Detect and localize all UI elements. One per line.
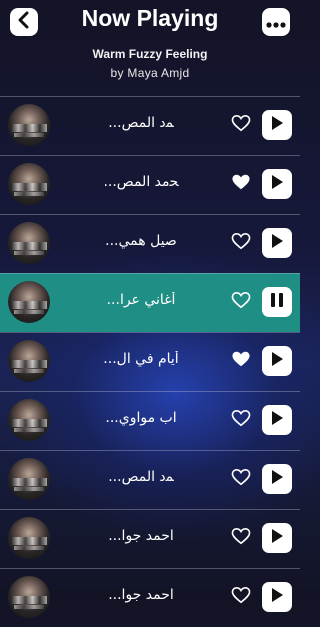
track-name: أغاني عرا... <box>106 292 176 308</box>
play-button[interactable] <box>262 228 292 258</box>
heart-outline-icon <box>231 409 251 431</box>
album-art-thumbnail <box>8 340 50 382</box>
heart-outline-icon <box>231 232 251 254</box>
play-button[interactable] <box>262 464 292 494</box>
favorite-button[interactable] <box>230 174 252 194</box>
play-icon <box>270 351 284 371</box>
track-row[interactable]: احمد جوا... <box>0 509 300 568</box>
play-icon <box>270 115 284 135</box>
track-row[interactable]: أغاني عرا... <box>0 273 300 332</box>
page-title: Now Playing <box>81 5 219 31</box>
track-row[interactable]: صيل همي... <box>0 214 300 273</box>
play-icon <box>270 410 284 430</box>
heart-filled-icon <box>231 173 251 195</box>
favorite-button[interactable] <box>230 586 252 608</box>
track-name: احمد جوا... <box>108 587 174 603</box>
heart-outline-icon <box>231 468 251 490</box>
album-art-thumbnail <box>8 399 50 441</box>
track-list: ﻤد المص... ﺤمد المص... صيل همي... أغاني عرا… <box>0 96 300 627</box>
track-name: صيل همي... <box>105 233 177 249</box>
track-name: ﻤد المص... <box>108 469 174 485</box>
heart-filled-icon <box>231 350 251 372</box>
more-options-button[interactable] <box>262 8 290 36</box>
play-icon <box>270 587 284 607</box>
track-row[interactable]: أيام في ال... <box>0 332 300 391</box>
track-name: أيام في ال... <box>103 351 179 367</box>
track-row[interactable]: ﻤد المص... <box>0 450 300 509</box>
play-button[interactable] <box>262 582 292 612</box>
album-art-thumbnail <box>8 517 50 559</box>
more-horizontal-icon <box>266 13 286 32</box>
now-playing-song-title: Warm Fuzzy Feeling <box>92 47 208 61</box>
heart-outline-icon <box>231 114 251 136</box>
track-row[interactable]: ﺤمد المص... <box>0 155 300 214</box>
header: Now Playing Warm Fuzzy Feeling by Maya A… <box>0 0 300 96</box>
play-icon <box>270 174 284 194</box>
album-art-thumbnail <box>8 458 50 500</box>
album-art-thumbnail <box>8 222 50 264</box>
album-art-thumbnail <box>8 104 50 146</box>
play-button[interactable] <box>262 169 292 199</box>
favorite-button[interactable] <box>230 351 252 371</box>
play-button[interactable] <box>262 405 292 435</box>
favorite-button[interactable] <box>230 291 252 313</box>
favorite-button[interactable] <box>230 114 252 136</box>
play-icon <box>270 233 284 253</box>
now-playing-artist: by Maya Amjd <box>110 66 190 80</box>
track-name: احمد جوا... <box>108 528 174 544</box>
heart-outline-icon <box>231 586 251 608</box>
favorite-button[interactable] <box>230 232 252 254</box>
album-art-thumbnail <box>8 163 50 205</box>
track-row[interactable]: ﻤد المص... <box>0 96 300 155</box>
track-name: ﻤد المص... <box>108 115 174 131</box>
album-art-thumbnail <box>8 281 50 323</box>
play-button[interactable] <box>262 523 292 553</box>
heart-outline-icon <box>231 291 251 313</box>
play-icon <box>270 528 284 548</box>
track-row[interactable]: اب مواوي... <box>0 391 300 450</box>
track-name: ﺤمد المص... <box>103 174 179 190</box>
track-name: اب مواوي... <box>105 410 177 426</box>
album-art-thumbnail <box>8 576 50 618</box>
play-icon <box>270 469 284 489</box>
heart-outline-icon <box>231 527 251 549</box>
pause-button[interactable] <box>262 287 292 317</box>
favorite-button[interactable] <box>230 527 252 549</box>
play-button[interactable] <box>262 110 292 140</box>
pause-icon <box>270 292 284 312</box>
play-button[interactable] <box>262 346 292 376</box>
favorite-button[interactable] <box>230 409 252 431</box>
track-row[interactable]: احمد جوا... <box>0 568 300 627</box>
favorite-button[interactable] <box>230 468 252 490</box>
